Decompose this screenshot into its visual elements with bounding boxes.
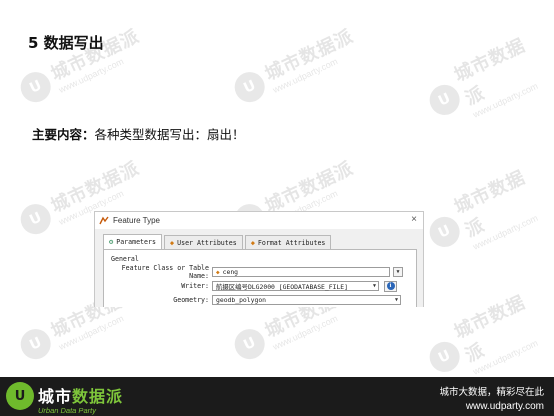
writer-row: Writer: 航摄区编号DLG2000 [GEODATABASE_FILE] … — [104, 280, 397, 292]
feature-class-label: Feature Class or Table Name: — [121, 264, 209, 280]
brand-subtitle: Urban Data Party — [38, 406, 96, 415]
feature-type-dialog: Feature Type × ⚙ Parameters ◆ User Attri… — [94, 211, 424, 307]
parameters-panel: General Feature Class or Table Name: ◆ c… — [103, 249, 417, 307]
watermark-url: www.udparty.com — [471, 337, 540, 377]
group-label-general: General — [111, 255, 139, 263]
content-text: 各种类型数据写出：扇出！ — [94, 127, 245, 142]
watermark: U 城市数据派www.udparty.com — [228, 22, 361, 110]
watermark: U 城市数据派www.udparty.com — [418, 156, 554, 267]
dialog-titlebar: Feature Type × — [95, 212, 423, 229]
watermark-logo-icon: U — [15, 199, 56, 240]
watermark-name: 城市数据派 — [261, 157, 357, 218]
tab-user-attributes[interactable]: ◆ User Attributes — [163, 235, 243, 249]
watermark-url: www.udparty.com — [271, 313, 340, 352]
geometry-select[interactable]: geodb_polygon ▼ — [212, 295, 401, 305]
watermark-logo-icon: U — [15, 324, 56, 365]
dialog-tabs: ⚙ Parameters ◆ User Attributes ◆ Format … — [103, 234, 333, 249]
watermark-name: 城市数据派 — [451, 34, 529, 110]
content-label: 主要内容： — [32, 127, 95, 142]
info-icon: i — [386, 282, 395, 290]
brand-name: 城市数据派 — [38, 383, 123, 407]
feature-class-dropdown-button[interactable]: ▼ — [393, 267, 403, 277]
brand-name-part1: 城市 — [38, 387, 73, 406]
watermark-logo-icon: U — [424, 337, 465, 377]
writer-info-button[interactable]: i — [384, 280, 397, 292]
chevron-down-icon: ▼ — [372, 283, 376, 289]
watermark-url: www.udparty.com — [471, 80, 540, 120]
content-line: 主要内容：各种类型数据写出：扇出！ — [32, 124, 245, 143]
diamond-icon: ◆ — [250, 238, 255, 247]
footer-slogan: 城市大数据，精彩尽在此 — [439, 387, 544, 398]
watermark-logo-icon: U — [424, 212, 465, 252]
chevron-down-icon: ▼ — [394, 297, 398, 303]
watermark-url: www.udparty.com — [471, 212, 540, 252]
geometry-value: geodb_polygon — [216, 296, 267, 304]
geometry-label: Geometry: — [173, 296, 209, 304]
dialog-title: Feature Type — [113, 216, 160, 225]
watermark: U 城市数据派www.udparty.com — [418, 281, 554, 392]
tab-label: Parameters — [116, 238, 156, 246]
feature-type-icon — [99, 216, 109, 226]
tab-format-attributes[interactable]: ◆ Format Attributes — [244, 235, 332, 249]
watermark-logo-icon: U — [229, 67, 270, 108]
close-icon[interactable]: × — [411, 214, 417, 225]
watermark-name: 城市数据派 — [261, 25, 357, 86]
watermark-url: www.udparty.com — [57, 56, 126, 95]
writer-select[interactable]: 航摄区编号DLG2000 [GEODATABASE_FILE] ▼ — [212, 281, 379, 291]
feature-class-value: ceng — [222, 268, 239, 276]
tab-label: Format Attributes — [257, 238, 326, 247]
geometry-row: Geometry: geodb_polygon ▼ — [104, 295, 401, 305]
footer-brand: 城市数据派 Urban Data Party — [38, 383, 123, 415]
watermark: U 城市数据派www.udparty.com — [418, 24, 554, 135]
watermark-name: 城市数据派 — [47, 157, 143, 218]
diamond-icon: ◆ — [216, 268, 220, 276]
writer-label: Writer: — [181, 282, 209, 290]
brand-name-part2: 数据派 — [72, 387, 124, 406]
chevron-down-icon: ▼ — [396, 269, 400, 275]
tab-label: User Attributes — [177, 238, 237, 247]
watermark-url: www.udparty.com — [271, 56, 340, 95]
watermark-logo-icon: U — [15, 67, 56, 108]
watermark-logo-icon: U — [229, 324, 270, 365]
slide-title: 5 数据写出 — [28, 34, 104, 52]
watermark-name: 城市数据派 — [451, 291, 529, 367]
watermark-url: www.udparty.com — [57, 313, 126, 352]
gear-icon: ⚙ — [109, 238, 114, 246]
tab-parameters[interactable]: ⚙ Parameters — [103, 234, 162, 249]
feature-class-input[interactable]: ◆ ceng — [212, 267, 390, 277]
watermark-logo-icon: U — [424, 80, 465, 120]
feature-class-row: Feature Class or Table Name: ◆ ceng ▼ — [104, 264, 403, 280]
watermark-name: 城市数据派 — [451, 166, 529, 242]
diamond-icon: ◆ — [169, 238, 175, 247]
brand-logo-icon: U — [6, 382, 34, 410]
footer-right: 城市大数据，精彩尽在此 www.udparty.com — [439, 384, 544, 412]
footer-url: www.udparty.com — [465, 401, 544, 412]
writer-value: 航摄区编号DLG2000 [GEODATABASE_FILE] — [216, 282, 348, 291]
footer-bar: U 城市数据派 Urban Data Party 城市大数据，精彩尽在此 www… — [0, 377, 554, 416]
